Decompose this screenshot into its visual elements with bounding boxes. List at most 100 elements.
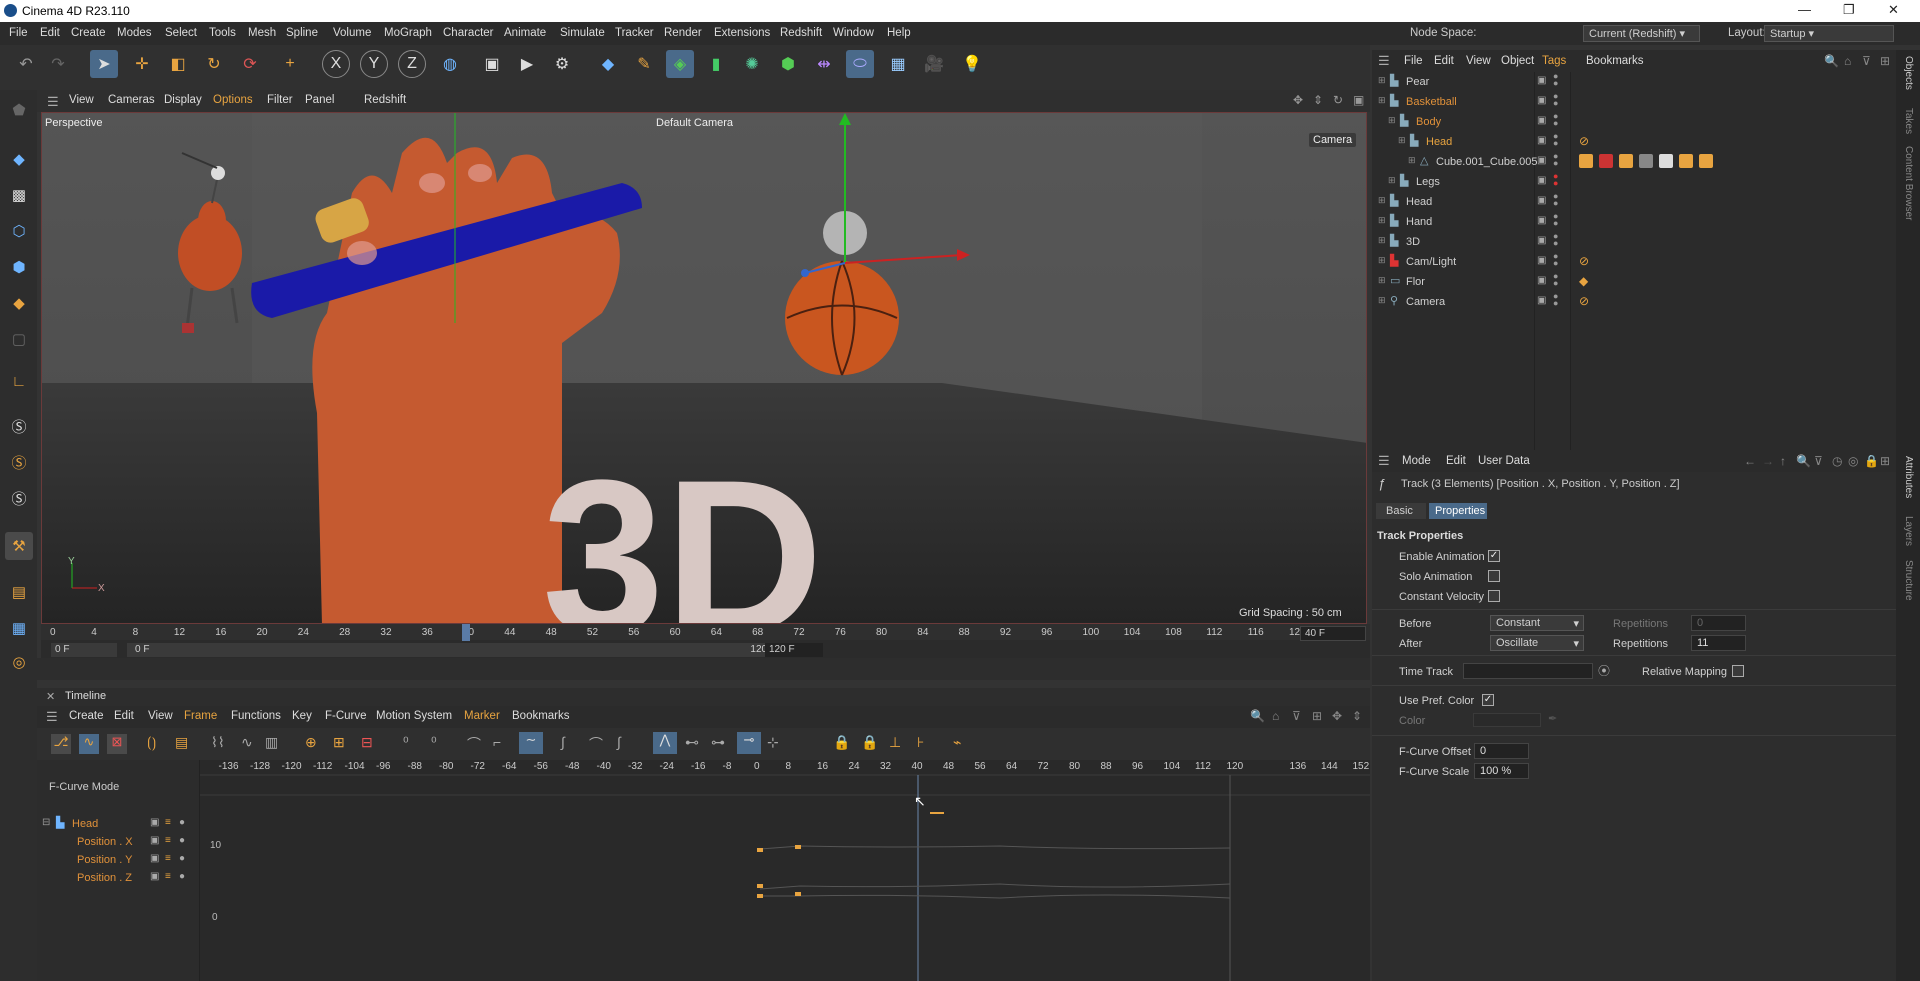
enable-animation-checkbox[interactable]: ✓	[1488, 550, 1500, 562]
world-coord-icon[interactable]: ◍	[436, 50, 464, 78]
zero-length-icon[interactable]: ⁰	[431, 734, 437, 751]
linear-tangent-icon[interactable]: ⌒	[467, 734, 481, 754]
auto-tangent-icon[interactable]: ⋀	[653, 732, 677, 754]
track-key-icon[interactable]: ≡	[165, 871, 171, 882]
layer-visibility-icon[interactable]: ▣	[1537, 235, 1546, 246]
vp-menu-display[interactable]: Display	[164, 94, 202, 106]
before-select[interactable]: Constant ▾	[1490, 615, 1584, 631]
relative-mapping-checkbox[interactable]	[1732, 665, 1744, 677]
object-row[interactable]: ⊞ ⚲ Camera ▣ ● ● ⊘	[1372, 292, 1896, 312]
expand-icon[interactable]: ⊞	[1388, 175, 1396, 186]
side-tab-content-browser[interactable]: Content Browser	[1903, 146, 1914, 220]
menu-spline[interactable]: Spline	[286, 27, 318, 39]
render-settings-icon[interactable]: ⚙	[548, 50, 576, 78]
om-home-icon[interactable]: ⌂	[1844, 54, 1851, 68]
layer-visibility-icon[interactable]: ▣	[1537, 295, 1546, 306]
om-menu-bookmarks[interactable]: Bookmarks	[1586, 55, 1644, 67]
om-hamburger-icon[interactable]: ☰	[1378, 53, 1390, 69]
track-row-head[interactable]: ⊟ ▙ Head ▣ ≡ ●	[37, 815, 200, 833]
expand-icon[interactable]: ⊞	[1378, 95, 1386, 106]
track-enable-icon[interactable]: ▣	[150, 817, 159, 828]
grid-icon[interactable]: ▦	[5, 614, 33, 642]
mograph-icon[interactable]: ⬢	[774, 50, 802, 78]
menu-mograph[interactable]: MoGraph	[384, 27, 432, 39]
layer-visibility-icon[interactable]: ▣	[1537, 275, 1546, 286]
maximize-view-icon[interactable]: ▣	[1353, 93, 1364, 107]
object-row[interactable]: ⊞ ▙ Head ▣ ● ● ⊘	[1372, 132, 1896, 152]
visibility-dots-icon[interactable]: ● ●	[1553, 72, 1558, 88]
render-view-icon[interactable]: ▶	[513, 50, 541, 78]
scale-tool-icon[interactable]: ◧	[164, 50, 192, 78]
object-row[interactable]: ⊞ ▭ Flor ▣ ● ● ◆	[1372, 272, 1896, 292]
zoom-view-icon[interactable]: ⇕	[1313, 93, 1323, 107]
object-row[interactable]: ⊞ ▙ Hand ▣ ● ●	[1372, 212, 1896, 232]
rotate-tool-icon[interactable]: ↻	[200, 50, 228, 78]
expand-icon[interactable]: ⊞	[1378, 215, 1386, 226]
om-menu-object[interactable]: Object	[1501, 55, 1534, 67]
layout-select[interactable]: Startup ▾	[1764, 25, 1894, 42]
snap-icon[interactable]: Ⓢ	[5, 412, 33, 440]
motion-mode-icon[interactable]: ⊠	[107, 734, 127, 754]
material-tag-icon[interactable]	[1639, 154, 1653, 168]
object-row[interactable]: ⊞ ▙ Cam/Light ▣ ● ● ⊘	[1372, 252, 1896, 272]
om-new-window-icon[interactable]: ⊞	[1880, 54, 1890, 68]
node-space-select[interactable]: Current (Redshift) ▾	[1583, 25, 1700, 42]
track-row-position-y[interactable]: Position . Y ▣ ≡ ●	[37, 851, 200, 869]
delete-key-icon[interactable]: ⊟	[361, 734, 373, 751]
visibility-dots-icon[interactable]: ● ●	[1553, 112, 1558, 128]
tweak-mode-icon[interactable]: ⚒	[5, 532, 33, 560]
menu-window[interactable]: Window	[833, 27, 874, 39]
light-icon[interactable]: 💡	[958, 50, 986, 78]
menu-help[interactable]: Help	[887, 27, 911, 39]
expand-icon[interactable]: ⊞	[1378, 275, 1386, 286]
bake-icon[interactable]: ⊦	[917, 734, 924, 751]
material-tag-icon[interactable]	[1699, 154, 1713, 168]
key-mode-icon[interactable]: ⎇	[51, 734, 71, 754]
fcurve-mode-icon[interactable]: ∿	[79, 734, 99, 754]
am-up-icon[interactable]: ↑	[1780, 454, 1786, 468]
om-menu-view[interactable]: View	[1466, 55, 1491, 67]
track-key-icon[interactable]: ≡	[165, 817, 171, 828]
redo-icon[interactable]: ↷	[44, 50, 72, 78]
lock-value-icon[interactable]: 🔒	[833, 734, 850, 751]
expand-icon[interactable]: ⊞	[1378, 235, 1386, 246]
vp-menu-options[interactable]: Options	[213, 94, 253, 106]
menu-file[interactable]: File	[9, 27, 28, 39]
minimize-button[interactable]: —	[1798, 2, 1811, 17]
model-mode-icon[interactable]: ◆	[5, 145, 33, 173]
polygons-mode-icon[interactable]: ◆	[5, 289, 33, 317]
track-solo-icon[interactable]: ●	[179, 817, 185, 828]
tl-menu-bookmarks[interactable]: Bookmarks	[512, 710, 570, 722]
tl-menu-motion-system[interactable]: Motion System	[376, 710, 452, 722]
track-row-position-x[interactable]: Position . X ▣ ≡ ●	[37, 833, 200, 851]
snap-settings-icon[interactable]: Ⓢ	[5, 448, 33, 476]
side-tab-attributes[interactable]: Attributes	[1903, 456, 1914, 498]
expand-icon[interactable]: ⊞	[1388, 115, 1396, 126]
texture-mode-icon[interactable]: ▩	[5, 181, 33, 209]
expand-icon[interactable]: ⊞	[1378, 195, 1386, 206]
collapse-icon[interactable]: ⊟	[42, 817, 50, 828]
deformer-icon[interactable]: ⇹	[810, 50, 838, 78]
render-region-icon[interactable]: ▣	[478, 50, 506, 78]
start-frame-field[interactable]: 0 F	[51, 643, 117, 657]
snap-keys-icon[interactable]: ⌇⌇	[211, 734, 225, 751]
track-key-icon[interactable]: ≡	[165, 835, 171, 846]
tl-menu-frame[interactable]: Frame	[184, 710, 217, 722]
workplane-icon[interactable]: ▤	[5, 578, 33, 606]
layer-visibility-icon[interactable]: ▣	[1537, 135, 1546, 146]
material-tag-icon[interactable]	[1679, 154, 1693, 168]
om-menu-edit[interactable]: Edit	[1434, 55, 1454, 67]
am-target-icon[interactable]: ◎	[1848, 454, 1858, 468]
tag-icon[interactable]: ◆	[1579, 274, 1588, 288]
om-filter-icon[interactable]: ⊽	[1862, 54, 1871, 68]
tag-icon[interactable]: ⊘	[1579, 134, 1589, 148]
tl-menu-key[interactable]: Key	[292, 710, 312, 722]
locked-workplane-icon[interactable]: ◎	[5, 648, 33, 676]
constant-velocity-checkbox[interactable]	[1488, 590, 1500, 602]
am-menu-edit[interactable]: Edit	[1446, 455, 1466, 467]
am-menu-mode[interactable]: Mode	[1402, 455, 1431, 467]
tl-menu-fcurve[interactable]: F-Curve	[325, 710, 367, 722]
remove-overshoot-icon[interactable]: ⊶	[711, 734, 725, 751]
track-enable-icon[interactable]: ▣	[150, 835, 159, 846]
vp-menu-panel[interactable]: Panel	[305, 94, 334, 106]
